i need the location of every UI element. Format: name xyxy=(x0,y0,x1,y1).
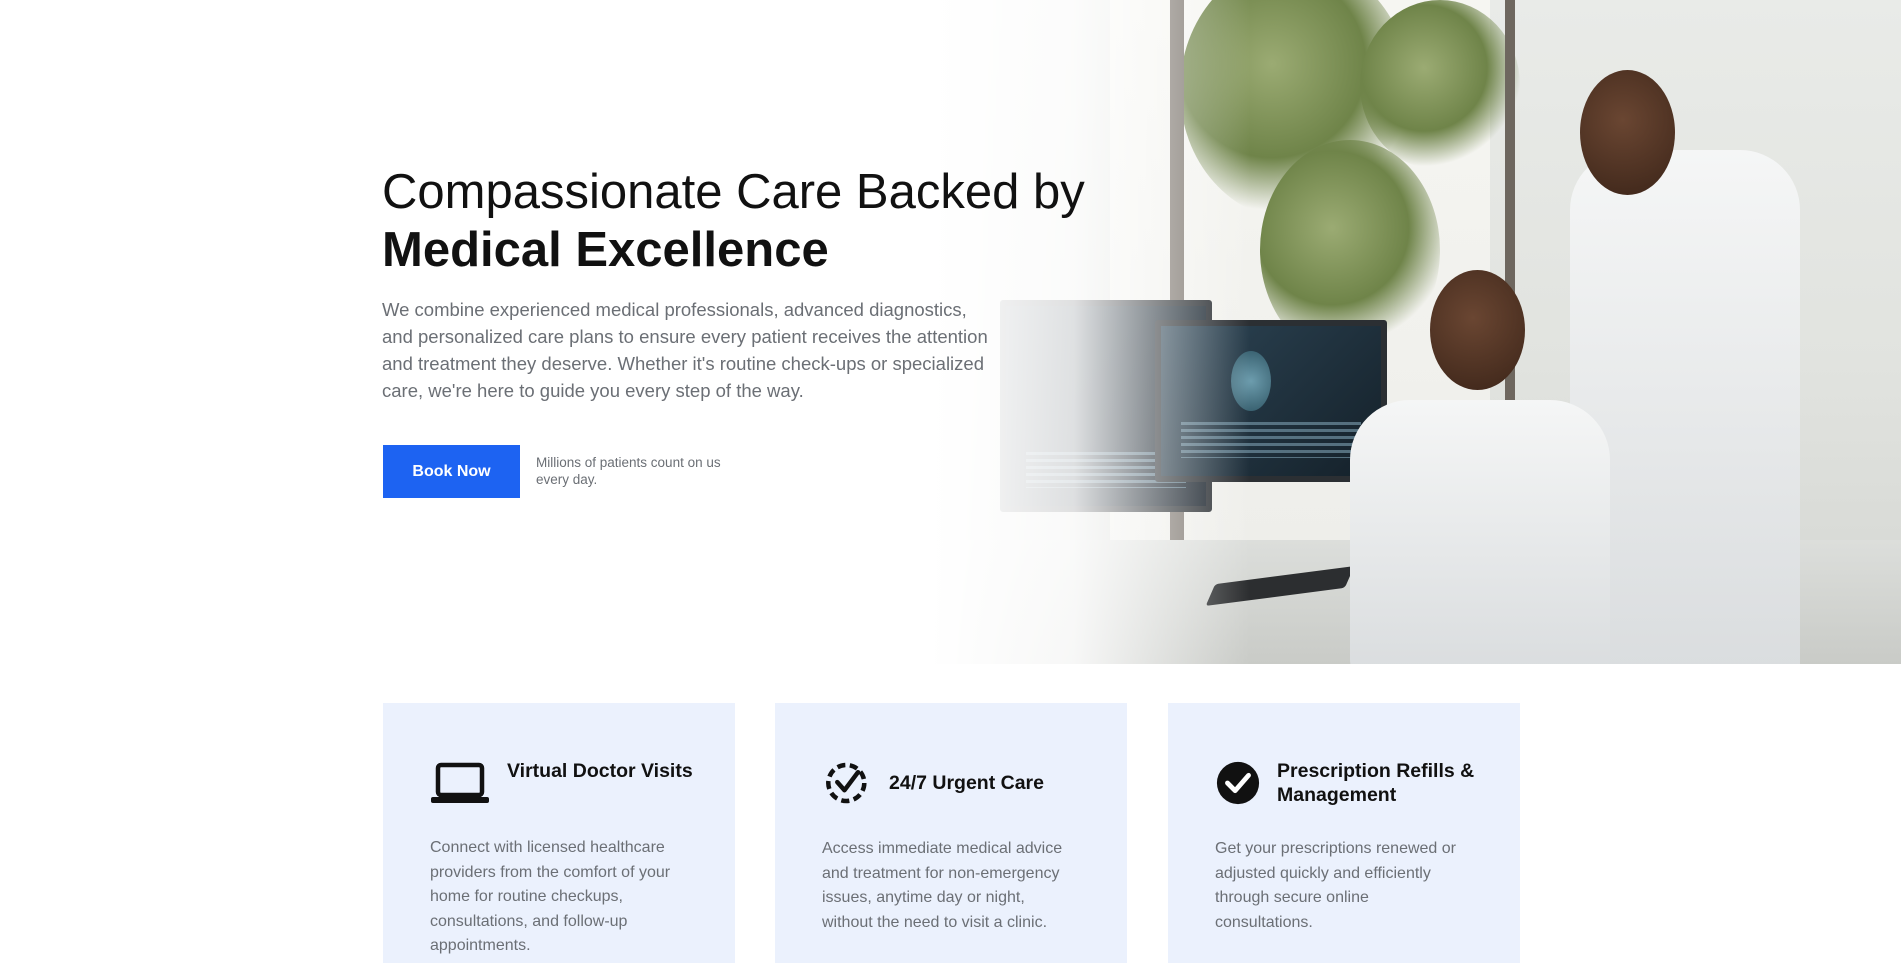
feature-card-virtual-visits: Virtual Doctor Visits Connect with licen… xyxy=(383,703,735,963)
cta-note: Millions of patients count on us every d… xyxy=(536,455,721,487)
feature-title: Prescription Refills & Management xyxy=(1277,760,1475,806)
feature-text: Get your prescriptions renewed or adjust… xyxy=(1215,840,1456,931)
feature-text: Connect with licensed healthcare provide… xyxy=(430,839,671,954)
hero-image-doctor xyxy=(1350,400,1610,664)
check-circle-icon xyxy=(1216,761,1260,805)
feature-text: Access immediate medical advice and trea… xyxy=(822,840,1063,931)
hero-image-doctor-head xyxy=(1580,70,1675,195)
feature-title: Virtual Doctor Visits xyxy=(507,760,693,782)
feature-card-prescriptions: Prescription Refills & Management Get yo… xyxy=(1168,703,1520,963)
hero-image-doctor-head xyxy=(1430,270,1525,390)
hero-image-plant xyxy=(1360,0,1520,170)
feature-title: 24/7 Urgent Care xyxy=(889,772,1044,794)
hero-title: Compassionate Care Backed by Medical Exc… xyxy=(382,163,1085,279)
hero-title-line1: Compassionate Care Backed by xyxy=(382,165,1085,219)
hero-title-line2: Medical Excellence xyxy=(382,223,829,277)
laptop-icon xyxy=(431,762,489,803)
book-now-button[interactable]: Book Now xyxy=(383,445,520,498)
hero-description: We combine experienced medical professio… xyxy=(382,299,988,401)
hero-image xyxy=(930,0,1901,664)
feature-card-urgent-care: 24/7 Urgent Care Access immediate medica… xyxy=(775,703,1127,963)
clock-check-icon xyxy=(826,762,867,804)
